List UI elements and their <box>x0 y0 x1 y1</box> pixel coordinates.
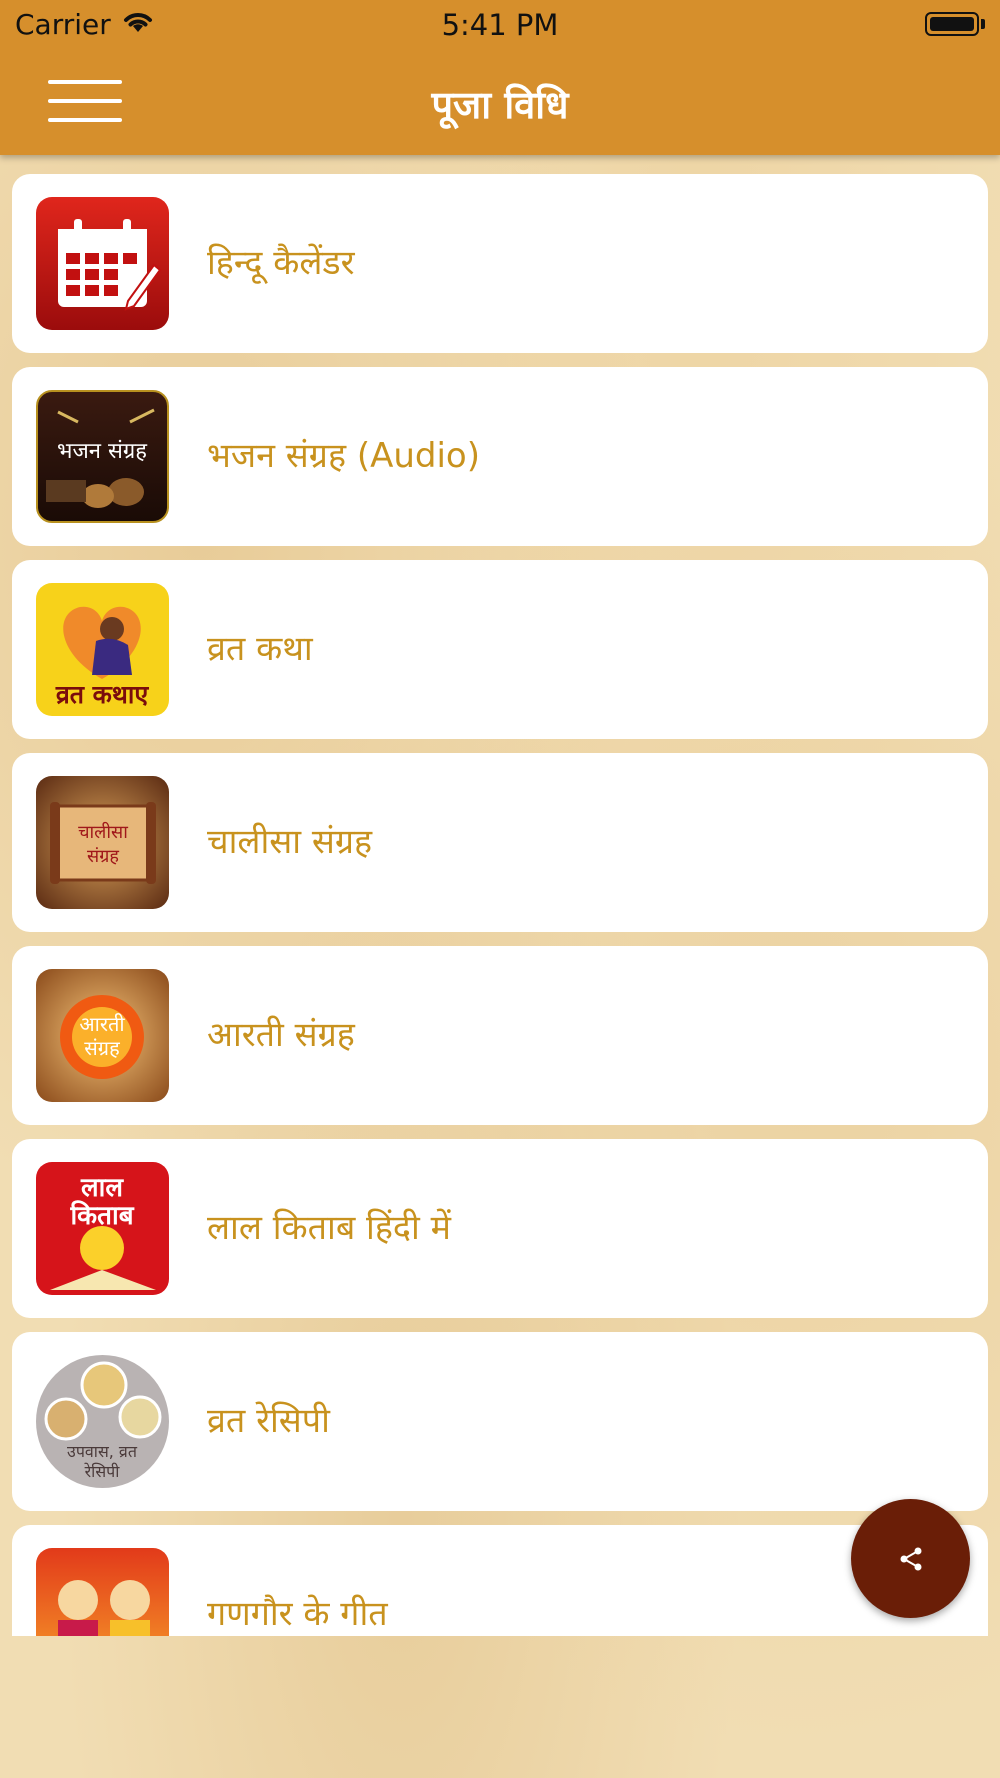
list-item-chalisa-sangrah[interactable]: चालीसा संग्रह चालीसा संग्रह <box>12 753 988 932</box>
gangaur-geet-icon <box>36 1548 169 1636</box>
list-item-label: आरती संग्रह <box>207 1015 355 1055</box>
list-item-vrat-recipe[interactable]: उपवास, व्रत रेसिपी व्रत रेसिपी <box>12 1332 988 1511</box>
thumb-text: लाल <box>80 1173 124 1203</box>
page-title: पूजा विधि <box>431 83 569 127</box>
list-item-label: लाल किताब हिंदी में <box>207 1208 451 1248</box>
aarti-sangrah-icon: आरती संग्रह <box>36 969 169 1102</box>
thumb-text: रेसिपी <box>84 1462 120 1481</box>
thumb-text: व्रत कथाए <box>55 680 150 709</box>
battery-icon <box>925 12 979 36</box>
app-header: Carrier 5:41 PM पूजा विधि <box>0 0 1000 155</box>
chalisa-sangrah-icon: चालीसा संग्रह <box>36 776 169 909</box>
thumb-text: संग्रह <box>84 1036 120 1060</box>
battery-tip <box>981 19 985 29</box>
thumb-text: उपवास, व्रत <box>67 1442 138 1461</box>
list-item-label: गणगौर के गीत <box>207 1594 388 1634</box>
list-item-label: चालीसा संग्रह <box>207 822 373 862</box>
list-item-label: व्रत रेसिपी <box>207 1401 330 1441</box>
thumb-text: संग्रह <box>87 846 119 867</box>
bhajan-sangrah-icon: भजन संग्रह <box>36 390 169 523</box>
share-button[interactable] <box>851 1499 970 1618</box>
list-item-lal-kitab[interactable]: लाल किताब लाल किताब हिंदी में <box>12 1139 988 1318</box>
calendar-icon <box>36 197 169 330</box>
list-item-label: भजन संग्रह (Audio) <box>207 436 480 476</box>
list-item-label: हिन्दू कैलेंडर <box>207 243 355 283</box>
clock: 5:41 PM <box>441 8 559 42</box>
thumb-text: भजन संग्रह <box>57 439 147 464</box>
thumb-text: आरती <box>79 1012 125 1036</box>
lal-kitab-icon: लाल किताब <box>36 1162 169 1295</box>
share-icon <box>900 1547 922 1571</box>
list-item-vrat-katha[interactable]: व्रत कथाए व्रत कथा <box>12 560 988 739</box>
thumb-text: चालीसा <box>78 821 128 843</box>
list-item-aarti-sangrah[interactable]: आरती संग्रह आरती संग्रह <box>12 946 988 1125</box>
menu-list: हिन्दू कैलेंडर भजन संग्रह भजन संग्रह (Au… <box>12 174 988 1636</box>
list-item-label: व्रत कथा <box>207 629 313 669</box>
thumb-text: किताब <box>69 1200 134 1231</box>
list-item-bhajan-sangrah[interactable]: भजन संग्रह भजन संग्रह (Audio) <box>12 367 988 546</box>
status-bar: Carrier 5:41 PM <box>0 0 1000 50</box>
list-item-hindu-calendar[interactable]: हिन्दू कैलेंडर <box>12 174 988 353</box>
vrat-recipe-icon: उपवास, व्रत रेसिपी <box>36 1355 169 1488</box>
vrat-katha-icon: व्रत कथाए <box>36 583 169 716</box>
list-item-gangaur-geet[interactable]: गणगौर के गीत <box>12 1525 988 1636</box>
